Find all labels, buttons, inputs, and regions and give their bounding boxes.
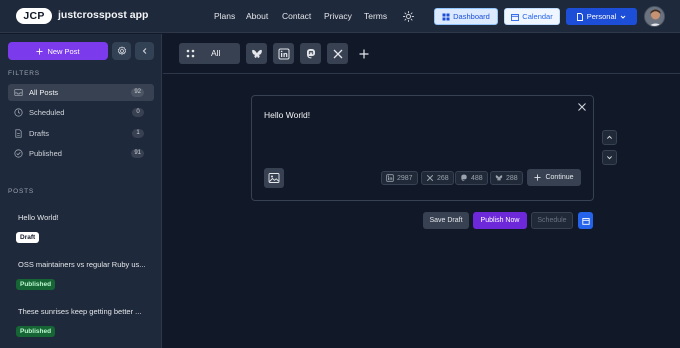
linkedin-icon bbox=[278, 48, 290, 60]
chevron-left-icon bbox=[141, 47, 149, 55]
schedule-calendar-button[interactable] bbox=[578, 212, 593, 229]
x-icon bbox=[426, 174, 434, 182]
count-badge: 91 bbox=[131, 149, 144, 158]
publish-now-button[interactable]: Publish Now bbox=[473, 212, 527, 229]
sun-icon[interactable] bbox=[403, 11, 414, 22]
bluesky-icon bbox=[251, 48, 263, 60]
filter-all-posts[interactable]: All Posts 92 bbox=[8, 84, 154, 101]
filter-drafts[interactable]: Drafts 1 bbox=[8, 125, 154, 142]
posts-heading: POSTS bbox=[8, 188, 35, 195]
filter-label: All Posts bbox=[29, 88, 59, 97]
filter-scheduled[interactable]: Scheduled 0 bbox=[8, 104, 154, 121]
mastodon-icon bbox=[460, 174, 468, 182]
tab-all[interactable]: All bbox=[179, 43, 240, 64]
mastodon-char-count: 488 bbox=[455, 171, 488, 185]
tab-mastodon[interactable] bbox=[300, 43, 321, 64]
status-badge: Draft bbox=[16, 232, 40, 243]
count-value: 268 bbox=[437, 174, 449, 182]
post-title: OSS maintainers vs regular Ruby us... bbox=[18, 260, 146, 269]
top-header: JCP justcrosspost app Plans About Contac… bbox=[0, 0, 680, 33]
chevron-up-icon bbox=[606, 134, 613, 141]
avatar[interactable] bbox=[644, 6, 665, 27]
save-draft-button[interactable]: Save Draft bbox=[423, 212, 469, 229]
dashboard-button[interactable]: Dashboard bbox=[434, 8, 498, 25]
plus-icon bbox=[359, 49, 369, 59]
nav-privacy[interactable]: Privacy bbox=[324, 11, 352, 21]
mastodon-icon bbox=[305, 48, 317, 60]
count-value: 288 bbox=[506, 174, 518, 182]
linkedin-char-count: 2987 bbox=[381, 171, 418, 185]
collapse-sidebar-button[interactable] bbox=[135, 42, 154, 60]
image-icon bbox=[268, 172, 280, 184]
add-network-button[interactable] bbox=[353, 43, 374, 64]
schedule-button[interactable]: Schedule bbox=[531, 212, 573, 229]
post-title: Hello World! bbox=[18, 213, 59, 222]
tab-linkedin[interactable] bbox=[273, 43, 294, 64]
grid-icon bbox=[186, 49, 195, 58]
clock-icon bbox=[14, 108, 23, 117]
move-up-button[interactable] bbox=[602, 130, 617, 145]
filter-label: Scheduled bbox=[29, 108, 65, 117]
calendar-icon bbox=[511, 13, 520, 21]
new-post-button[interactable]: New Post bbox=[8, 42, 108, 60]
new-post-label: New Post bbox=[47, 46, 80, 56]
document-icon bbox=[576, 12, 584, 21]
count-badge: 0 bbox=[132, 108, 144, 117]
nav-contact[interactable]: Contact bbox=[282, 11, 311, 21]
settings-button[interactable] bbox=[112, 42, 131, 60]
count-badge: 92 bbox=[131, 88, 144, 97]
filter-published[interactable]: Published 91 bbox=[8, 145, 154, 162]
workspace-label: Personal bbox=[586, 12, 617, 21]
count-value: 2987 bbox=[397, 174, 413, 182]
post-editor[interactable]: Hello World! 2987 268 488 288 Continue bbox=[251, 95, 594, 201]
move-down-button[interactable] bbox=[602, 150, 617, 165]
status-badge: Published bbox=[16, 279, 56, 290]
linkedin-icon bbox=[386, 174, 394, 182]
dashboard-icon bbox=[442, 13, 450, 21]
plus-icon bbox=[36, 47, 43, 55]
chevron-down-icon bbox=[619, 13, 627, 21]
filter-label: Drafts bbox=[29, 129, 50, 138]
x-icon bbox=[332, 48, 344, 60]
nav-about[interactable]: About bbox=[246, 11, 268, 21]
post-title: These sunrises keep getting better ... bbox=[18, 307, 142, 316]
nav-terms[interactable]: Terms bbox=[364, 11, 387, 21]
nav-plans[interactable]: Plans bbox=[214, 11, 235, 21]
dashboard-label: Dashboard bbox=[453, 12, 490, 21]
document-icon bbox=[14, 129, 23, 138]
plus-icon bbox=[534, 174, 542, 181]
calendar-icon bbox=[581, 217, 590, 225]
sidebar: New Post FILTERS All Posts 92 Scheduled … bbox=[0, 34, 162, 348]
count-badge: 1 bbox=[132, 129, 144, 138]
tab-bluesky[interactable] bbox=[246, 43, 267, 64]
filters-heading: FILTERS bbox=[8, 70, 40, 77]
continue-button[interactable]: Continue bbox=[527, 169, 581, 186]
x-char-count: 268 bbox=[421, 171, 454, 185]
chevron-down-icon bbox=[606, 154, 613, 161]
tab-all-label: All bbox=[211, 48, 221, 58]
bluesky-icon bbox=[495, 174, 503, 182]
filter-label: Published bbox=[29, 149, 62, 158]
network-tabs: All bbox=[163, 34, 680, 74]
bluesky-char-count: 288 bbox=[490, 171, 523, 185]
close-icon[interactable] bbox=[577, 102, 587, 112]
add-image-button[interactable] bbox=[264, 168, 284, 188]
calendar-label: Calendar bbox=[522, 12, 553, 21]
workspace-dropdown[interactable]: Personal bbox=[566, 8, 637, 25]
app-name[interactable]: justcrosspost app bbox=[58, 9, 148, 21]
tab-x[interactable] bbox=[327, 43, 348, 64]
continue-label: Continue bbox=[545, 174, 574, 181]
calendar-button[interactable]: Calendar bbox=[504, 8, 560, 25]
inbox-icon bbox=[14, 88, 23, 97]
check-circle-icon bbox=[14, 149, 23, 158]
status-badge: Published bbox=[16, 326, 56, 337]
logo[interactable]: JCP bbox=[16, 8, 52, 24]
count-value: 488 bbox=[471, 174, 483, 182]
gear-icon bbox=[117, 46, 127, 56]
post-text-area[interactable]: Hello World! bbox=[264, 110, 310, 120]
